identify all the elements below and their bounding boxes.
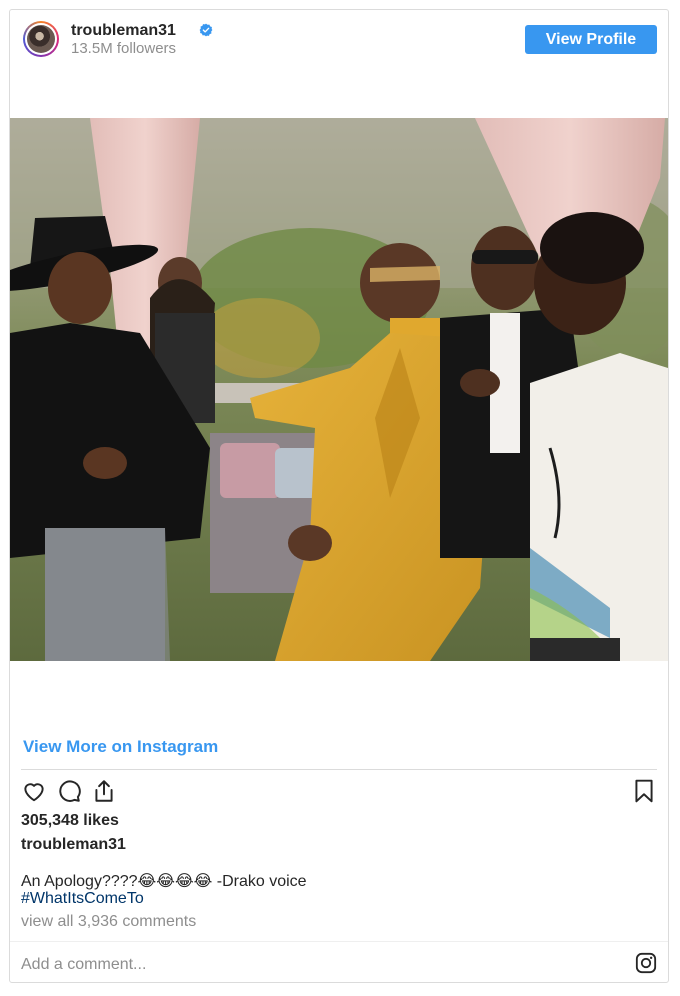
avatar-photo xyxy=(27,25,55,53)
bookmark-icon[interactable] xyxy=(631,778,657,804)
view-profile-button[interactable]: View Profile xyxy=(525,25,657,54)
caption-username[interactable]: troubleman31 xyxy=(21,836,126,854)
username[interactable]: troubleman31 xyxy=(71,22,176,40)
action-bar xyxy=(10,778,668,812)
heart-icon[interactable] xyxy=(21,778,47,804)
likes-count[interactable]: 305,348 likes xyxy=(21,812,119,830)
hashtag-link[interactable]: #WhatItsComeTo xyxy=(21,890,144,908)
caption-text: An Apology????😂😂😂😂 -Drako voice xyxy=(21,873,307,890)
view-comments-link[interactable]: view all 3,936 comments xyxy=(21,913,196,931)
divider xyxy=(21,769,657,770)
comment-icon[interactable] xyxy=(56,778,82,804)
post-header: troubleman31 13.5M followers View Profil… xyxy=(10,10,668,70)
verified-badge-icon xyxy=(199,23,213,37)
avatar[interactable] xyxy=(23,21,59,57)
instagram-embed-card: troubleman31 13.5M followers View Profil… xyxy=(9,9,669,983)
view-more-link[interactable]: View More on Instagram xyxy=(23,737,218,757)
comment-footer: Add a comment... xyxy=(10,941,668,984)
add-comment-input[interactable]: Add a comment... xyxy=(21,956,146,974)
post-image[interactable] xyxy=(10,118,668,661)
post-photo xyxy=(10,118,668,661)
followers-count: 13.5M followers xyxy=(71,40,177,57)
share-icon[interactable] xyxy=(91,778,117,804)
instagram-logo-icon[interactable] xyxy=(635,952,657,974)
